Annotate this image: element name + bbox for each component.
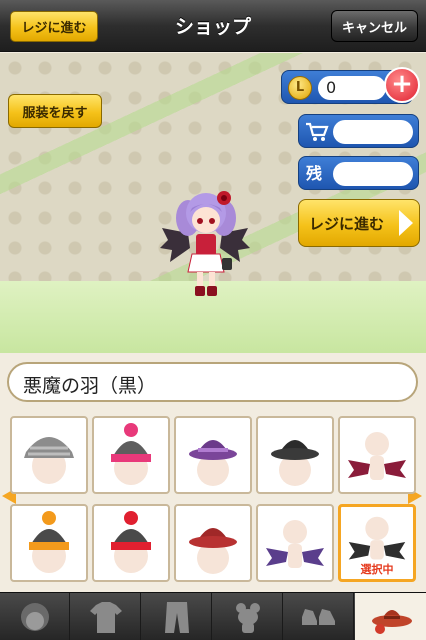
remaining-label: 残: [306, 164, 323, 183]
shoes-icon: [302, 609, 335, 625]
item-cell-selected[interactable]: 選択中: [338, 504, 416, 582]
coin-icon: L: [288, 76, 312, 100]
remaining-value: [333, 162, 413, 186]
register-button[interactable]: レジに進む: [298, 199, 420, 247]
tab-face[interactable]: [0, 593, 70, 640]
item-cell[interactable]: [92, 416, 170, 494]
black-hat-icon: [271, 440, 319, 486]
selected-badge: 選択中: [360, 563, 394, 576]
item-cell[interactable]: [256, 504, 334, 582]
tab-hats[interactable]: [355, 593, 426, 640]
tab-accessories[interactable]: [213, 593, 283, 640]
shirt-icon: [90, 602, 122, 633]
coin-value: 0: [318, 76, 386, 100]
tab-shoes[interactable]: [284, 593, 354, 640]
cancel-button[interactable]: キャンセル: [331, 10, 418, 42]
remaining-balance: 残: [298, 156, 419, 190]
red-devil-wings-icon: [348, 432, 406, 480]
cart-total: [298, 114, 419, 148]
item-cell[interactable]: [174, 416, 252, 494]
header-bar: レジに進む ショップ キャンセル: [0, 0, 426, 52]
avatar-stage: 服装を戻す L 0 + 残 レジに進む: [0, 53, 426, 353]
item-cell[interactable]: [174, 504, 252, 582]
item-cell[interactable]: [10, 504, 88, 582]
purple-devil-wings-icon: [266, 520, 324, 568]
gray-cap-icon: [24, 437, 74, 484]
item-cell[interactable]: [10, 416, 88, 494]
red-hat-icon: [189, 528, 237, 574]
item-name: 悪魔の羽（黒）: [23, 375, 157, 397]
red-pompom-beanie-icon: [111, 511, 151, 573]
arrow-right-icon: [399, 210, 413, 236]
avatar-character: [160, 191, 250, 296]
accessory-icon: [236, 603, 260, 633]
item-cell[interactable]: [92, 504, 170, 582]
add-coins-button[interactable]: +: [384, 67, 420, 103]
item-grid: 選択中: [0, 410, 426, 590]
item-cell[interactable]: [338, 416, 416, 494]
pants-icon: [165, 602, 189, 633]
pink-pompom-beanie-icon: [111, 423, 151, 485]
purple-hat-icon: [189, 440, 237, 486]
restore-outfit-button[interactable]: 服装を戻す: [8, 94, 102, 128]
hat-icon: [372, 610, 412, 634]
tab-tops[interactable]: [71, 593, 141, 640]
face-icon: [21, 603, 49, 631]
item-cell[interactable]: [256, 416, 334, 494]
tab-bottoms[interactable]: [142, 593, 212, 640]
item-name-bar: 悪魔の羽（黒）: [7, 362, 418, 402]
cart-value: [333, 120, 413, 144]
category-tab-bar: [0, 592, 426, 640]
register-button-label: レジに進む: [309, 214, 385, 233]
cart-icon: [305, 121, 329, 143]
orange-pompom-beanie-icon: [29, 511, 69, 573]
